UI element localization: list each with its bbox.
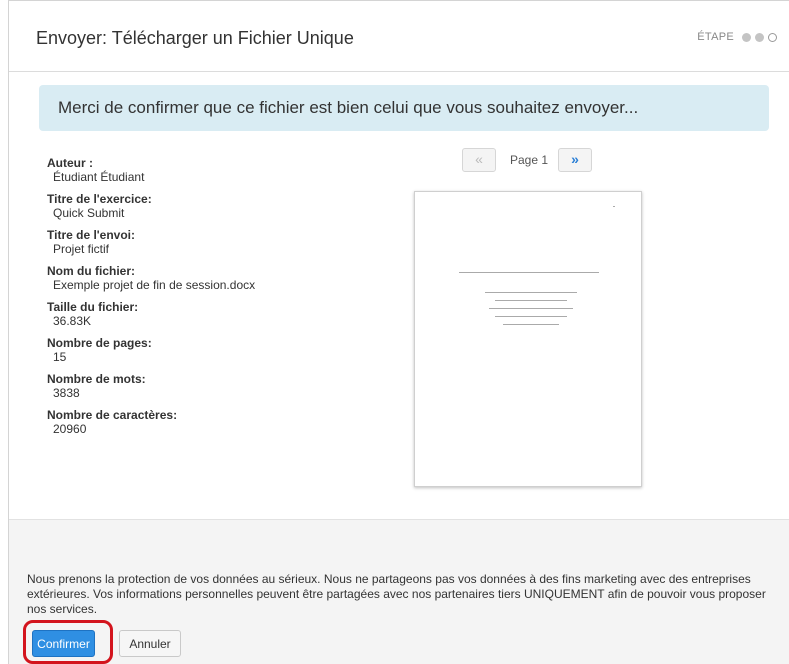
preview-text-line bbox=[485, 292, 577, 293]
meta-label: Nombre de mots: bbox=[47, 372, 146, 386]
meta-word-count: Nombre de mots: 3838 bbox=[47, 372, 367, 400]
preview-text-line bbox=[495, 316, 567, 317]
meta-label: Nombre de caractères: bbox=[47, 408, 178, 422]
step-dot-2 bbox=[755, 32, 764, 42]
meta-file-size: Taille du fichier: 36.83K bbox=[47, 300, 367, 328]
confirm-button[interactable]: Confirmer bbox=[32, 630, 95, 657]
next-page-button[interactable]: » bbox=[558, 148, 593, 172]
meta-label: Titre de l'exercice: bbox=[47, 192, 152, 206]
privacy-notice: Nous prenons la protection de vos donnée… bbox=[27, 572, 766, 616]
step-dot-3 bbox=[768, 32, 777, 42]
meta-label: Nom du fichier: bbox=[47, 264, 136, 278]
meta-page-count: Nombre de pages: 15 bbox=[47, 336, 367, 364]
meta-label: Nombre de pages: bbox=[47, 336, 152, 350]
step-dot-1 bbox=[742, 32, 751, 42]
preview-text-line bbox=[495, 300, 567, 301]
meta-value: Quick Submit bbox=[53, 206, 125, 220]
cancel-button[interactable]: Annuler bbox=[119, 630, 181, 657]
prev-page-button[interactable]: « bbox=[462, 148, 496, 172]
preview-page-number-mark bbox=[613, 206, 615, 207]
preview-text-line bbox=[503, 324, 559, 325]
preview-text-line bbox=[459, 272, 599, 273]
upload-dialog: Envoyer: Télécharger un Fichier Unique É… bbox=[8, 0, 789, 664]
meta-label: Taille du fichier: bbox=[47, 300, 139, 314]
meta-value: Exemple projet de fin de session.docx bbox=[53, 278, 256, 292]
step-label: ÉTAPE bbox=[697, 31, 734, 43]
dialog-header: Envoyer: Télécharger un Fichier Unique É… bbox=[9, 1, 789, 72]
file-metadata: Auteur : Étudiant Étudiant Titre de l'ex… bbox=[47, 156, 367, 444]
page-pager: « Page 1 » bbox=[462, 148, 593, 172]
meta-value: 3838 bbox=[53, 386, 80, 400]
banner-text: Merci de confirmer que ce fichier est bi… bbox=[58, 98, 639, 117]
meta-label: Auteur : bbox=[47, 156, 93, 170]
meta-assignment-title: Titre de l'exercice: Quick Submit bbox=[47, 192, 367, 220]
step-indicator: ÉTAPE bbox=[697, 31, 777, 43]
meta-submission-title: Titre de l'envoi: Projet fictif bbox=[47, 228, 367, 256]
meta-value: Étudiant Étudiant bbox=[53, 170, 145, 184]
dialog-footer: Nous prenons la protection de vos donnée… bbox=[9, 519, 789, 664]
meta-file-name: Nom du fichier: Exemple projet de fin de… bbox=[47, 264, 367, 292]
page-label: Page 1 bbox=[510, 153, 549, 167]
meta-char-count: Nombre de caractères: 20960 bbox=[47, 408, 367, 436]
meta-label: Titre de l'envoi: bbox=[47, 228, 135, 242]
page-title: Envoyer: Télécharger un Fichier Unique bbox=[36, 28, 354, 48]
meta-value: 36.83K bbox=[53, 314, 92, 328]
document-preview bbox=[414, 191, 642, 487]
meta-value: 20960 bbox=[53, 422, 87, 436]
meta-value: Projet fictif bbox=[53, 242, 110, 256]
confirm-banner: Merci de confirmer que ce fichier est bi… bbox=[39, 85, 769, 131]
meta-author: Auteur : Étudiant Étudiant bbox=[47, 156, 367, 184]
preview-text-line bbox=[489, 308, 573, 309]
meta-value: 15 bbox=[53, 350, 67, 364]
